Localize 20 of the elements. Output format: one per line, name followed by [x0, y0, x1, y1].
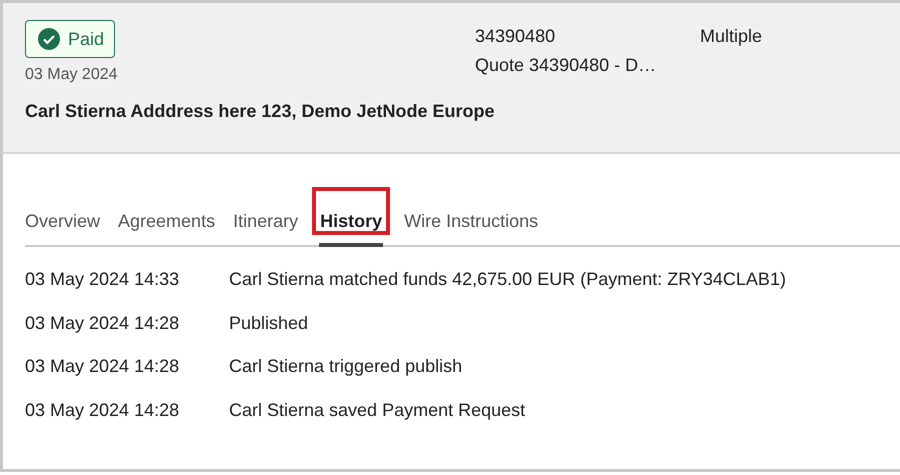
tab[interactable]: Agreements — [114, 187, 220, 245]
history-event: Carl Stierna saved Payment Request — [229, 400, 526, 422]
history-time: 03 May 2024 14:28 — [25, 356, 180, 378]
tab[interactable]: History — [312, 187, 390, 245]
status-badge: Paid — [25, 20, 116, 58]
paid-date: 03 May 2024 — [25, 66, 119, 84]
tab[interactable]: Wire Instructions — [400, 187, 542, 245]
tab[interactable]: Overview — [25, 187, 104, 245]
address-line: Carl Stierna Adddress here 123, Demo JetNode Europe — [25, 101, 496, 122]
history-event: Published — [229, 312, 308, 334]
history-event: Carl Stierna triggered publish — [229, 356, 462, 378]
history-event: Carl Stierna matched funds 42,675.00 EUR (Payment: ZRY34CLAB1) — [229, 269, 786, 291]
payment-type: Multiple — [700, 25, 762, 48]
quote-name: Quote 34390480 - D… — [475, 54, 658, 77]
history-time: 03 May 2024 14:28 — [25, 312, 180, 335]
history-time: 03 May 2024 14:28 — [25, 400, 180, 422]
reference-number: 34390480 — [475, 25, 556, 48]
tab[interactable]: Itinerary — [229, 187, 302, 245]
history-time: 03 May 2024 14:33 — [25, 269, 180, 291]
check-circle-icon — [38, 28, 60, 50]
